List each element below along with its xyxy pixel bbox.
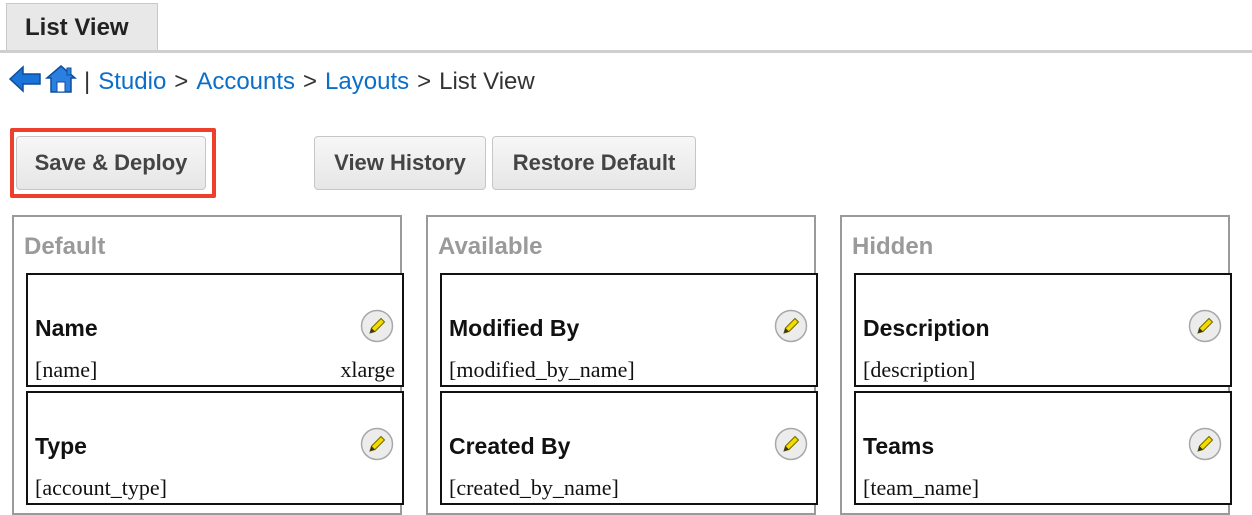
back-arrow-icon[interactable] [8, 64, 42, 101]
column-hidden: Hidden Description [description] Teams [… [840, 215, 1232, 515]
field-label: Created By [449, 433, 571, 459]
column-default: Default Name [name] xlarge Type [account… [12, 215, 404, 515]
column-title: Default [24, 233, 106, 260]
field-key: [team_name] [863, 475, 980, 500]
breadcrumb-separator: > [303, 68, 318, 95]
field-card[interactable]: Description [description] [854, 273, 1232, 387]
field-label: Teams [863, 433, 935, 459]
breadcrumb-separator: > [174, 68, 189, 95]
breadcrumb: | Studio > Accounts > Layouts > List Vie… [8, 62, 535, 102]
column-title: Hidden [852, 233, 934, 260]
field-key: [name] [35, 357, 98, 382]
tab-divider [0, 50, 1252, 53]
field-label: Name [35, 315, 98, 341]
home-icon[interactable] [44, 63, 78, 102]
breadcrumb-separator: > [417, 68, 432, 95]
breadcrumb-accounts-link[interactable]: Accounts [196, 68, 295, 96]
breadcrumb-divider: | [84, 68, 91, 95]
save-deploy-button[interactable]: Save & Deploy [16, 136, 206, 190]
tab-bar: List View [0, 0, 1252, 54]
field-card[interactable]: Type [account_type] [26, 391, 404, 505]
pencil-icon[interactable] [1188, 309, 1222, 343]
field-label: Type [35, 433, 87, 459]
field-card[interactable]: Modified By [modified_by_name] [440, 273, 818, 387]
field-card[interactable]: Teams [team_name] [854, 391, 1232, 505]
pencil-icon[interactable] [774, 427, 808, 461]
pencil-icon[interactable] [774, 309, 808, 343]
field-key: [account_type] [35, 475, 167, 500]
pencil-icon[interactable] [1188, 427, 1222, 461]
field-key: [description] [863, 357, 976, 382]
pencil-icon[interactable] [360, 309, 394, 343]
breadcrumb-layouts-link[interactable]: Layouts [325, 68, 409, 96]
field-key: [modified_by_name] [449, 357, 635, 382]
field-card[interactable]: Created By [created_by_name] [440, 391, 818, 505]
field-key: [created_by_name] [449, 475, 619, 500]
restore-default-button[interactable]: Restore Default [492, 136, 696, 190]
field-label: Modified By [449, 315, 580, 341]
tab-list-view[interactable]: List View [6, 3, 158, 50]
field-card[interactable]: Name [name] xlarge [26, 273, 404, 387]
column-title: Available [438, 233, 543, 260]
field-label: Description [863, 315, 990, 341]
pencil-icon[interactable] [360, 427, 394, 461]
view-history-button[interactable]: View History [314, 136, 486, 190]
field-width: xlarge [340, 357, 395, 382]
breadcrumb-current: List View [439, 68, 535, 95]
breadcrumb-studio-link[interactable]: Studio [98, 68, 166, 96]
column-available: Available Modified By [modified_by_name]… [426, 215, 818, 515]
